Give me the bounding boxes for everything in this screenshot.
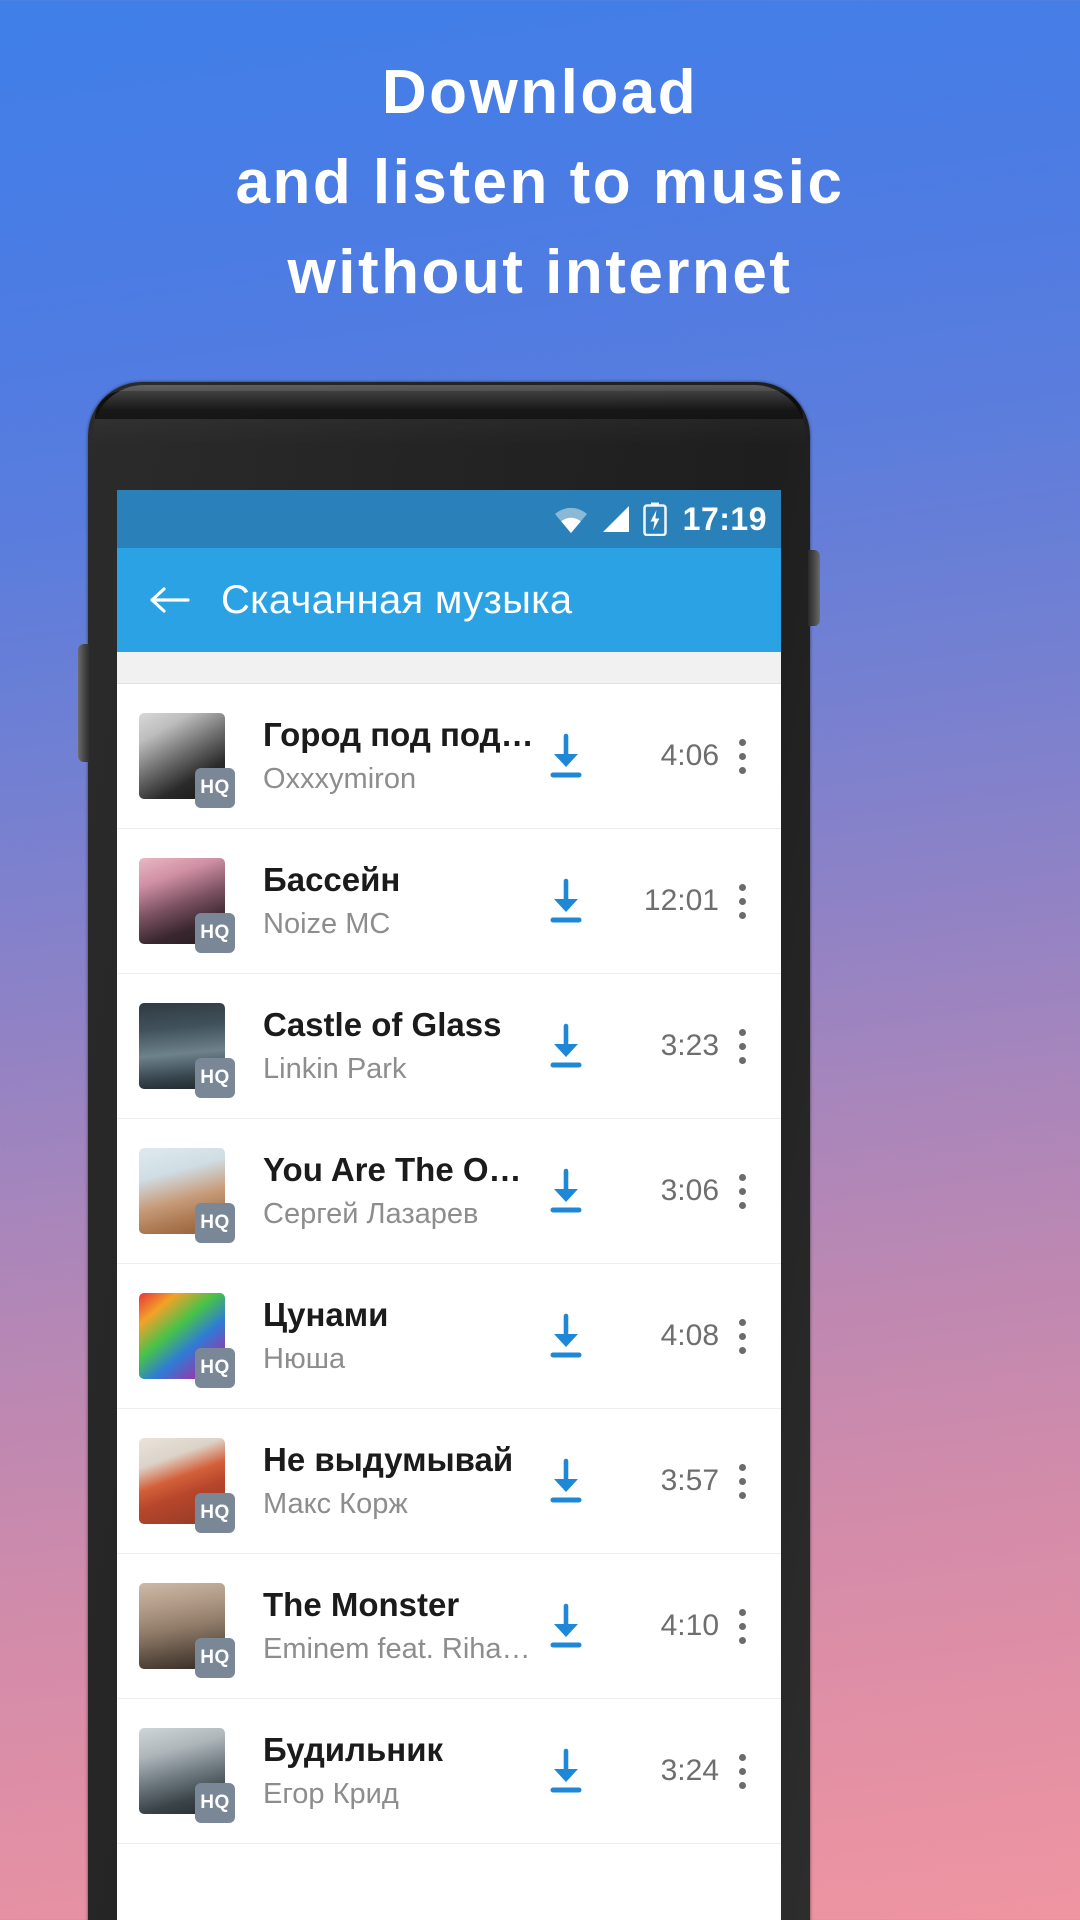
back-arrow-icon[interactable] xyxy=(147,580,191,620)
download-icon[interactable] xyxy=(543,877,589,925)
track-row[interactable]: HQ Не выдумывай Макс Корж 3:57 xyxy=(117,1409,781,1554)
hq-badge: HQ xyxy=(195,1058,235,1098)
overflow-menu-button[interactable] xyxy=(719,1163,765,1219)
track-text: Castle of Glass Linkin Park xyxy=(225,1004,543,1089)
album-art-wrapper: HQ xyxy=(139,1438,235,1533)
headline-line-3: without internet xyxy=(287,238,793,307)
album-art-wrapper: HQ xyxy=(139,1003,235,1098)
track-artist: Noize MC xyxy=(263,907,391,940)
track-row[interactable]: HQ Бассейн Noize MC 12:01 xyxy=(117,829,781,974)
overflow-menu-button[interactable] xyxy=(719,1308,765,1364)
page-title: Скачанная музыка xyxy=(221,577,573,622)
overflow-menu-button[interactable] xyxy=(719,728,765,784)
power-button[interactable] xyxy=(808,550,820,626)
track-row[interactable]: HQ Цунами Нюша 4:08 xyxy=(117,1264,781,1409)
hq-badge: HQ xyxy=(195,768,235,808)
track-artist: Нюша xyxy=(263,1342,346,1375)
hq-badge: HQ xyxy=(195,1203,235,1243)
track-duration: 3:23 xyxy=(660,1029,719,1062)
overflow-menu-button[interactable] xyxy=(719,1598,765,1654)
track-title: You Are The Only One xyxy=(263,1150,535,1188)
battery-charging-icon xyxy=(642,502,667,536)
hq-badge: HQ xyxy=(195,1348,235,1388)
track-text: Цунами Нюша xyxy=(225,1294,543,1379)
phone-mockup: 17:19 Скачанная музыка HQ Город под подо… xyxy=(78,382,820,1920)
track-title: Бассейн xyxy=(263,860,401,898)
track-text: Будильник Егор Крид xyxy=(225,1729,543,1814)
track-text: Бассейн Noize MC xyxy=(225,859,543,944)
overflow-menu-button[interactable] xyxy=(719,1453,765,1509)
track-row[interactable]: HQ Будильник Егор Крид 3:24 xyxy=(117,1699,781,1844)
wifi-icon xyxy=(554,507,587,533)
album-art-wrapper: HQ xyxy=(139,1293,235,1388)
track-duration: 12:01 xyxy=(643,884,719,917)
track-text: You Are The Only One Сергей Лазарев xyxy=(225,1149,543,1234)
phone-top-edge xyxy=(95,391,803,419)
track-title: Будильник xyxy=(263,1730,444,1768)
track-row[interactable]: HQ Castle of Glass Linkin Park 3:23 xyxy=(117,974,781,1119)
track-title: Цунами xyxy=(263,1295,389,1333)
download-icon[interactable] xyxy=(543,1457,589,1505)
download-icon[interactable] xyxy=(543,1022,589,1070)
hq-badge: HQ xyxy=(195,1638,235,1678)
track-title: Город под подошвой xyxy=(263,715,535,753)
track-artist: Oxxxymiron xyxy=(263,762,417,795)
downloaded-tracks-list: HQ Город под подошвой Oxxxymiron 4:06 xyxy=(117,684,781,1844)
track-row[interactable]: HQ The Monster Eminem feat. Rihanna 4:10 xyxy=(117,1554,781,1699)
hq-badge: HQ xyxy=(195,1493,235,1533)
download-icon[interactable] xyxy=(543,1312,589,1360)
track-duration: 4:10 xyxy=(660,1609,719,1642)
album-art-wrapper: HQ xyxy=(139,858,235,953)
status-bar-clock: 17:19 xyxy=(682,500,767,537)
content-divider xyxy=(117,652,781,684)
track-text: Не выдумывай Макс Корж xyxy=(225,1439,543,1524)
track-text: The Monster Eminem feat. Rihanna xyxy=(225,1584,543,1669)
download-icon[interactable] xyxy=(543,1747,589,1795)
track-row[interactable]: HQ You Are The Only One Сергей Лазарев 3… xyxy=(117,1119,781,1264)
download-icon[interactable] xyxy=(543,732,589,780)
track-title: Castle of Glass xyxy=(263,1005,502,1043)
track-duration: 4:08 xyxy=(660,1319,719,1352)
album-art-wrapper: HQ xyxy=(139,1728,235,1823)
track-artist: Макс Корж xyxy=(263,1487,408,1520)
hq-badge: HQ xyxy=(195,913,235,953)
signal-icon xyxy=(602,506,629,532)
track-duration: 3:06 xyxy=(660,1174,719,1207)
album-art-wrapper: HQ xyxy=(139,713,235,808)
track-artist: Eminem feat. Rihanna xyxy=(263,1632,535,1665)
headline-line-1: Download xyxy=(381,58,699,127)
track-duration: 3:24 xyxy=(660,1754,719,1787)
track-title: The Monster xyxy=(263,1585,460,1623)
track-artist: Linkin Park xyxy=(263,1052,407,1085)
download-icon[interactable] xyxy=(543,1167,589,1215)
track-artist: Сергей Лазарев xyxy=(263,1197,479,1230)
phone-screen: 17:19 Скачанная музыка HQ Город под подо… xyxy=(117,490,781,1920)
headline-line-2: and listen to music xyxy=(235,148,845,217)
track-artist: Егор Крид xyxy=(263,1777,399,1810)
volume-button[interactable] xyxy=(78,644,90,762)
album-art-wrapper: HQ xyxy=(139,1583,235,1678)
album-art-wrapper: HQ xyxy=(139,1148,235,1243)
promo-headline: Download and listen to music without int… xyxy=(0,48,1080,318)
overflow-menu-button[interactable] xyxy=(719,1018,765,1074)
track-title: Не выдумывай xyxy=(263,1440,514,1478)
overflow-menu-button[interactable] xyxy=(719,1743,765,1799)
overflow-menu-button[interactable] xyxy=(719,873,765,929)
track-duration: 3:57 xyxy=(660,1464,719,1497)
track-duration: 4:06 xyxy=(660,739,719,772)
track-text: Город под подошвой Oxxxymiron xyxy=(225,714,543,799)
status-bar: 17:19 xyxy=(117,490,781,548)
download-icon[interactable] xyxy=(543,1602,589,1650)
hq-badge: HQ xyxy=(195,1783,235,1823)
app-bar: Скачанная музыка xyxy=(117,548,781,652)
track-row[interactable]: HQ Город под подошвой Oxxxymiron 4:06 xyxy=(117,684,781,829)
